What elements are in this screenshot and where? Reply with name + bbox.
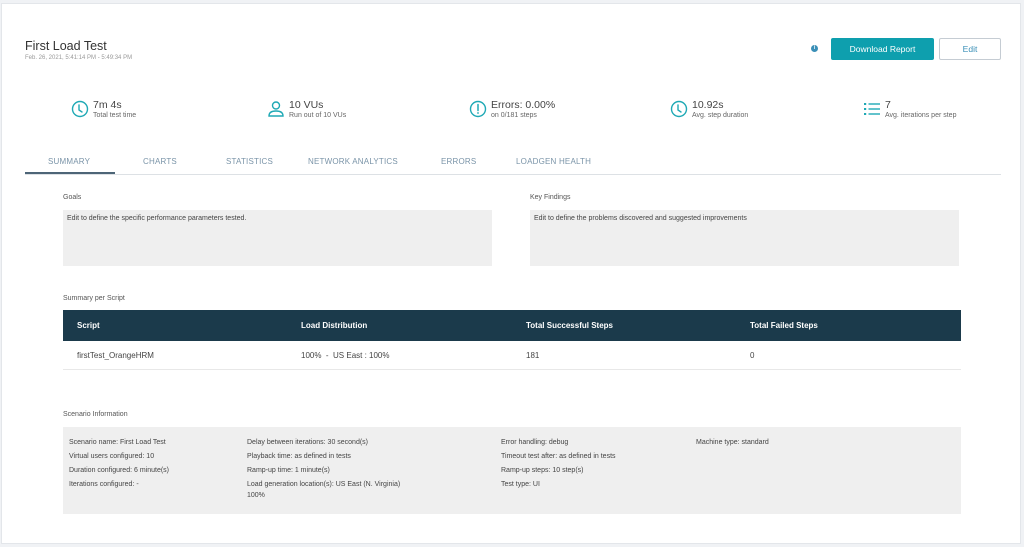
scenario-info-box: Scenario name: First Load Test Virtual u… [63, 427, 961, 514]
report-card: First Load Test Feb. 26, 2021, 5:41:14 P… [1, 3, 1021, 544]
virtual-users-configured: Virtual users configured: 10 [69, 453, 155, 460]
tab-bar: SUMMARY CHARTS STATISTICS NETWORK ANALYT… [25, 152, 1001, 175]
clock-icon [670, 100, 688, 118]
tab-errors[interactable]: ERRORS [441, 157, 476, 166]
scenario-column-3: Error handling: debug Timeout test after… [501, 436, 616, 492]
user-icon [268, 101, 284, 117]
cell-failed-steps: 0 [750, 351, 755, 360]
stat-label: Avg. step duration [692, 112, 749, 119]
stat-value: 7m 4s [93, 99, 122, 111]
goals-text: Edit to define the specific performance … [67, 215, 247, 222]
error-handling: Error handling: debug [501, 439, 569, 446]
stat-label: Avg. iterations per step [885, 112, 957, 119]
edit-button[interactable]: Edit [939, 38, 1001, 60]
stat-value: 7 [885, 99, 891, 111]
scenario-info-label: Scenario Information [63, 411, 128, 418]
summary-per-script-label: Summary per Script [63, 295, 125, 302]
column-header-successful-steps: Total Successful Steps [526, 321, 613, 330]
stat-label: on 0/181 steps [491, 112, 537, 119]
key-findings-textarea[interactable]: Edit to define the problems discovered a… [530, 210, 959, 266]
active-tab-indicator [25, 172, 115, 174]
key-findings-label: Key Findings [530, 194, 571, 201]
table-row: firstTest_OrangeHRM 100% - US East : 100… [63, 341, 961, 370]
tab-network-analytics[interactable]: NETWORK ANALYTICS [308, 157, 398, 166]
scenario-column-1: Scenario name: First Load Test Virtual u… [69, 436, 169, 492]
goals-textarea[interactable]: Edit to define the specific performance … [63, 210, 492, 266]
cell-successful-steps: 181 [526, 351, 540, 360]
stat-label: Total test time [93, 112, 137, 119]
ramp-up-time: Ramp-up time: 1 minute(s) [247, 467, 330, 474]
table-header: Script Load Distribution Total Successfu… [63, 310, 961, 341]
stat-value: Errors: 0.00% [491, 99, 556, 111]
scenario-column-4: Machine type: standard [696, 436, 769, 450]
duration-configured: Duration configured: 6 minute(s) [69, 467, 169, 474]
iterations-configured: Iterations configured: - [69, 481, 139, 488]
goals-label: Goals [63, 194, 82, 201]
stat-value: 10 VUs [289, 99, 324, 111]
tab-charts[interactable]: CHARTS [143, 157, 177, 166]
column-header-load-distribution: Load Distribution [301, 321, 368, 330]
column-header-failed-steps: Total Failed Steps [750, 321, 818, 330]
tab-statistics[interactable]: STATISTICS [226, 157, 273, 166]
test-type: Test type: UI [501, 481, 540, 488]
column-header-script: Script [77, 321, 100, 330]
clock-icon [71, 100, 89, 118]
load-generation-locations: Load generation location(s): US East (N.… [247, 481, 401, 488]
test-time-range: Feb. 26, 2021, 5:41:14 PM - 5:49:34 PM [25, 55, 133, 61]
scenario-name: Scenario name: First Load Test [69, 439, 166, 446]
playback-time: Playback time: as defined in tests [247, 453, 351, 460]
stat-value: 10.92s [692, 99, 724, 111]
timeout-test-after: Timeout test after: as defined in tests [501, 453, 616, 460]
summary-table: Script Load Distribution Total Successfu… [63, 310, 961, 370]
alert-circle-icon [469, 100, 487, 118]
machine-type: Machine type: standard [696, 439, 769, 446]
delay-between-iterations: Delay between iterations: 30 second(s) [247, 439, 369, 446]
tab-loadgen-health[interactable]: LOADGEN HEALTH [516, 157, 591, 166]
scenario-column-2: Delay between iterations: 30 second(s) P… [247, 436, 400, 503]
cell-script: firstTest_OrangeHRM [77, 351, 154, 360]
download-report-button[interactable]: Download Report [831, 38, 934, 60]
stat-label: Run out of 10 VUs [289, 112, 347, 119]
page-title: First Load Test [25, 39, 107, 53]
key-findings-text: Edit to define the problems discovered a… [534, 215, 747, 222]
tab-summary[interactable]: SUMMARY [48, 157, 90, 166]
list-icon [864, 103, 880, 115]
info-icon[interactable]: i [811, 45, 818, 52]
ramp-up-steps: Ramp-up steps: 10 step(s) [501, 467, 584, 474]
cell-load-distribution: 100% - US East : 100% [301, 351, 390, 360]
